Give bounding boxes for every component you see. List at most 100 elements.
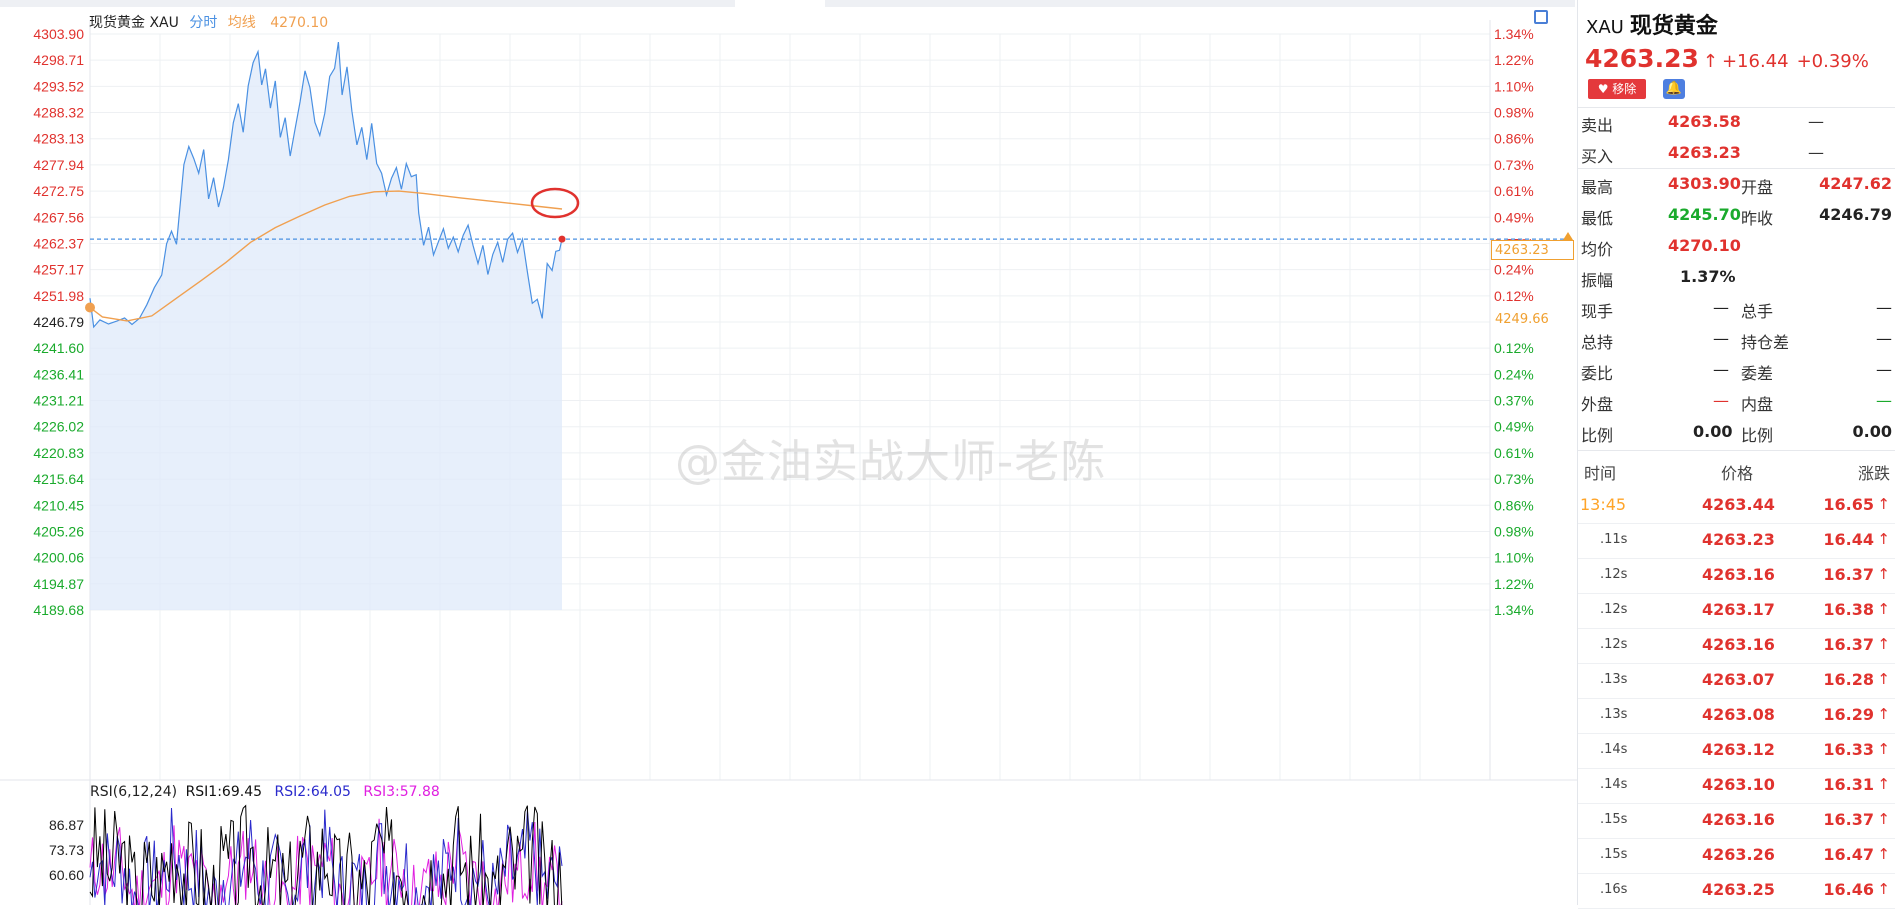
up-arrow-icon: ↑ xyxy=(1877,845,1890,863)
up-arrow-icon: ↑ xyxy=(1702,51,1718,72)
right-axis-tick: 0.98% xyxy=(1494,105,1534,121)
tick-change: 16.37 xyxy=(1823,810,1874,829)
tick-row: .15s 4263.16 16.37 ↑ xyxy=(1578,803,1895,839)
row-outer-inner: 外盘 — 内盘 — xyxy=(1581,391,1892,414)
tick-price: 4263.12 xyxy=(1702,740,1775,759)
fullscreen-icon[interactable] xyxy=(1534,10,1548,24)
rsi-axis-tick: 73.73 xyxy=(49,842,84,858)
rsi-title: RSI(6,12,24) xyxy=(90,784,178,800)
last-price-marker-icon xyxy=(1563,232,1573,240)
prev-close-dot xyxy=(85,302,95,313)
left-axis-tick: 4205.26 xyxy=(33,523,84,539)
up-arrow-icon: ↑ xyxy=(1877,775,1890,793)
tick-price: 4263.10 xyxy=(1702,775,1775,794)
tick-price: 4263.23 xyxy=(1702,530,1775,549)
left-axis-tick: 4283.13 xyxy=(33,131,84,147)
left-axis-tick: 4231.21 xyxy=(33,393,84,409)
right-axis-tick: 1.34% xyxy=(1494,602,1534,618)
left-axis-tick: 4226.02 xyxy=(33,419,84,435)
rsi-panel: 86.87 73.73 60.60 xyxy=(49,804,563,905)
tick-row: .15s 4263.26 16.47 ↑ xyxy=(1578,838,1895,874)
tick-row: .11s 4263.23 16.44 ↑ xyxy=(1578,523,1895,559)
left-axis-tick: 4257.17 xyxy=(33,262,84,278)
row-bid: 买入 4263.23— xyxy=(1581,143,1824,166)
rsi1-value: RSI1:69.45 xyxy=(185,784,263,800)
row-ask: 卖出 4263.58— xyxy=(1581,112,1824,135)
up-arrow-icon: ↑ xyxy=(1877,565,1890,583)
left-axis-tick: 4220.83 xyxy=(33,445,84,461)
tick-change: 16.28 xyxy=(1823,670,1874,689)
legend-mode: 分时 xyxy=(189,15,218,31)
left-axis-tick: 4210.45 xyxy=(33,497,84,513)
tick-row: .12s 4263.16 16.37 ↑ xyxy=(1578,628,1895,664)
left-axis-tick: 4267.56 xyxy=(33,209,84,225)
tick-row: .12s 4263.16 16.37 ↑ xyxy=(1578,558,1895,594)
right-axis-tick: 0.98% xyxy=(1494,523,1534,539)
left-axis-tick: 4288.32 xyxy=(33,105,84,121)
right-axis-tick: 0.73% xyxy=(1494,471,1534,487)
tick-change: 16.33 xyxy=(1823,740,1874,759)
up-arrow-icon: ↑ xyxy=(1877,495,1890,513)
row-volume: 现手 — 总手 — xyxy=(1581,298,1892,321)
tick-time: .12s xyxy=(1600,602,1628,617)
right-axis-tick: 1.10% xyxy=(1494,550,1534,566)
tick-time: .11s xyxy=(1600,532,1628,547)
tick-price: 4263.17 xyxy=(1702,600,1775,619)
tick-row: .16s 4263.25 16.46 ↑ xyxy=(1578,873,1895,909)
tick-time: .15s xyxy=(1600,847,1628,862)
tick-change: 16.29 xyxy=(1823,705,1874,724)
tick-change: 16.47 xyxy=(1823,845,1874,864)
tick-row: .14s 4263.10 16.31 ↑ xyxy=(1578,768,1895,804)
right-axis-tick: 0.73% xyxy=(1494,157,1534,173)
row-avg: 均价 4270.10 xyxy=(1581,236,1741,259)
tick-row: .12s 4263.17 16.38 ↑ xyxy=(1578,593,1895,629)
right-axis-tick: 0.37% xyxy=(1494,393,1534,409)
tick-time: .14s xyxy=(1600,742,1628,757)
right-axis-tick: 0.24% xyxy=(1494,262,1534,278)
remove-watchlist-button[interactable]: ♥ 移除 xyxy=(1588,79,1646,99)
tick-price: 4263.16 xyxy=(1702,635,1775,654)
right-axis-tick: 0.12% xyxy=(1494,288,1534,304)
tick-change: 16.46 xyxy=(1823,880,1874,899)
row-high-open: 最高 4303.90 开盘 4247.62 xyxy=(1581,174,1892,197)
tick-price: 4263.08 xyxy=(1702,705,1775,724)
tick-price: 4263.44 xyxy=(1702,495,1775,514)
legend-avg-value: 4270.10 xyxy=(270,15,329,31)
rsi-legend: RSI(6,12,24) RSI1:69.45 RSI2:64.05 RSI3:… xyxy=(90,784,440,800)
tick-time: 13:45 xyxy=(1580,495,1627,514)
bell-icon[interactable]: 🔔 xyxy=(1663,79,1685,99)
up-arrow-icon: ↑ xyxy=(1877,705,1890,723)
tick-price: 4263.07 xyxy=(1702,670,1775,689)
panel-price-block: 4263.23 ↑ +16.44 +0.39% xyxy=(1585,44,1877,73)
tick-time: .16s xyxy=(1600,882,1628,897)
tick-change: 16.37 xyxy=(1823,565,1874,584)
right-axis-tick: 0.61% xyxy=(1494,445,1534,461)
up-arrow-icon: ↑ xyxy=(1877,740,1890,758)
tick-change: 16.37 xyxy=(1823,635,1874,654)
right-axis-tick: 0.49% xyxy=(1494,419,1534,435)
left-axis-tick: 4293.52 xyxy=(33,78,84,94)
right-axis-tick: 1.22% xyxy=(1494,576,1534,592)
panel-price: 4263.23 xyxy=(1585,44,1699,73)
tick-time: .12s xyxy=(1600,567,1628,582)
separator xyxy=(1578,450,1895,451)
row-open-interest: 总持 — 持仓差 — xyxy=(1581,329,1892,352)
row-ratio: 比例 0.00 比例 0.00 xyxy=(1581,422,1892,445)
left-axis-tick: 4215.64 xyxy=(33,471,84,487)
left-axis-tick: 4236.41 xyxy=(33,366,84,382)
watermark-text: @金油实战大师-老陈 xyxy=(675,435,1107,488)
tick-change: 16.38 xyxy=(1823,600,1874,619)
tick-row: 13:45 4263.44 16.65 ↑ xyxy=(1578,488,1895,524)
left-price-axis: 4303.90 4298.71 4293.52 4288.32 4283.13 4277.… xyxy=(33,26,84,618)
panel-change: +16.44 xyxy=(1721,51,1789,72)
row-order-ratio: 委比 — 委差 — xyxy=(1581,360,1892,383)
panel-header: XAU 现货黄金 xyxy=(1586,8,1718,40)
last-price-axis-label: 4263.23 xyxy=(1491,240,1574,260)
tick-time: .15s xyxy=(1600,812,1628,827)
tick-price: 4263.26 xyxy=(1702,845,1775,864)
right-axis-tick: 0.86% xyxy=(1494,497,1534,513)
panel-symbol: XAU xyxy=(1586,17,1624,38)
row-low-prev: 最低 4245.70 昨收 4246.79 xyxy=(1581,205,1892,228)
right-axis-tick: 1.22% xyxy=(1494,52,1534,68)
tick-change: 16.31 xyxy=(1823,775,1874,794)
